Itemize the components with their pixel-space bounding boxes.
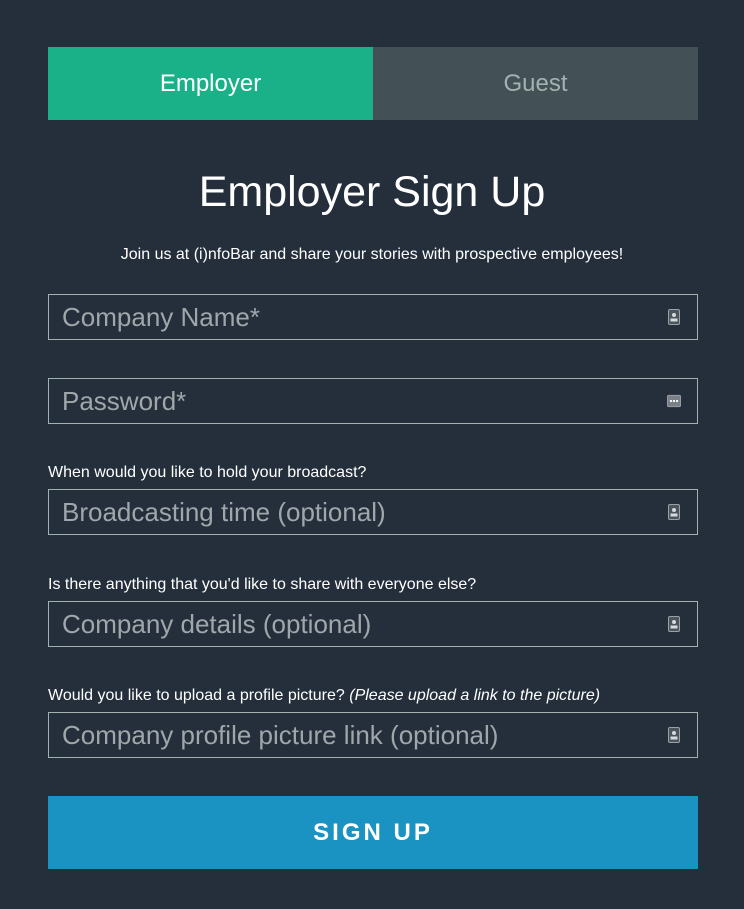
company-details-question-label: Is there anything that you'd like to sha… bbox=[48, 576, 477, 593]
contact-card-icon[interactable] bbox=[667, 503, 681, 521]
profile-picture-question-note: (Please upload a link to the picture) bbox=[349, 687, 601, 704]
company-name-field-wrapper bbox=[48, 294, 698, 340]
contact-card-icon[interactable] bbox=[667, 615, 681, 633]
company-details-field-wrapper bbox=[48, 601, 698, 647]
page-subtitle: Join us at (i)nfoBar and share your stor… bbox=[120, 246, 624, 263]
profile-picture-question-text: Would you like to upload a profile pictu… bbox=[48, 687, 345, 704]
password-field-wrapper bbox=[48, 378, 698, 424]
profile-picture-link-input[interactable] bbox=[49, 713, 667, 757]
tab-guest[interactable]: Guest bbox=[373, 47, 698, 120]
password-input[interactable] bbox=[49, 379, 667, 423]
contact-card-icon[interactable] bbox=[667, 308, 681, 326]
sign-up-button[interactable]: SIGN UP bbox=[48, 796, 698, 869]
profile-picture-field-wrapper bbox=[48, 712, 698, 758]
profile-picture-question-label: Would you like to upload a profile pictu… bbox=[48, 687, 600, 705]
page-title: Employer Sign Up bbox=[198, 168, 546, 216]
broadcast-time-input[interactable] bbox=[49, 490, 667, 534]
broadcast-question-label: When would you like to hold your broadca… bbox=[48, 464, 367, 481]
account-type-tabs: Employer Guest bbox=[48, 47, 698, 120]
tab-employer[interactable]: Employer bbox=[48, 47, 373, 120]
contact-card-icon[interactable] bbox=[667, 726, 681, 744]
company-details-input[interactable] bbox=[49, 602, 667, 646]
broadcast-time-field-wrapper bbox=[48, 489, 698, 535]
company-name-input[interactable] bbox=[49, 295, 667, 339]
password-dots-icon[interactable] bbox=[667, 392, 681, 410]
